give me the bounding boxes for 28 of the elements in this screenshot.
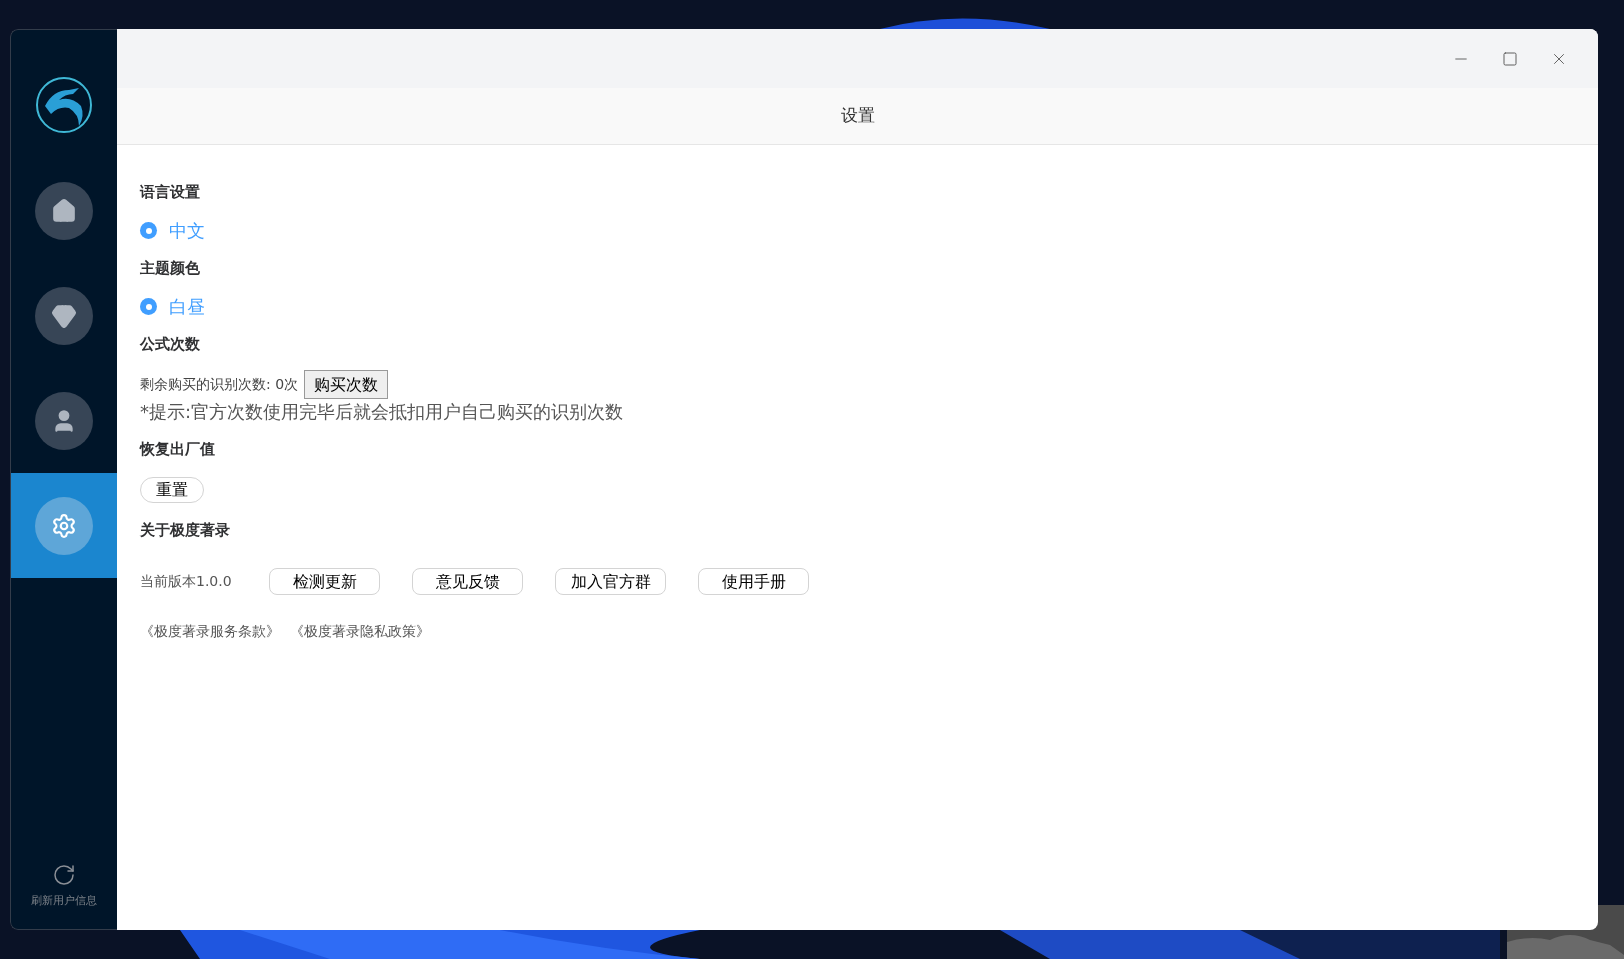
section-title: 主题颜色 (140, 258, 201, 280)
hint-text: *提示:官方次数使用完毕后就会抵扣用户自己购买的识别次数 (140, 400, 625, 424)
section-title: 恢复出厂值 (140, 439, 216, 461)
buy-button[interactable]: 购买次数 (304, 370, 389, 399)
refresh-icon[interactable] (52, 862, 76, 887)
maximize-icon[interactable] (1502, 50, 1518, 67)
about-button[interactable]: 使用手册 (698, 568, 809, 595)
refresh-label[interactable]: 刷新用户信息 (31, 892, 97, 909)
reset-button[interactable]: 重置 (140, 477, 204, 503)
house-icon (51, 197, 77, 224)
policy-link[interactable]: 《极度著录服务条款》 (140, 621, 280, 642)
section-title: 语言设置 (140, 182, 201, 204)
radio-label: 中文 (169, 219, 205, 243)
version-text: 当前版本1.0.0 (140, 572, 233, 591)
about-button[interactable]: 检测更新 (269, 568, 380, 595)
radio-button[interactable] (140, 222, 157, 239)
policy-link[interactable]: 《极度著录隐私政策》 (290, 621, 430, 642)
about-button[interactable]: 加入官方群 (555, 568, 666, 595)
section-title: 关于极度著录 (140, 520, 231, 542)
radio-button[interactable] (140, 298, 157, 315)
page-title: 设置 (840, 104, 875, 128)
logo-icon (35, 76, 93, 134)
diamond-icon (51, 302, 77, 329)
remaining-count: 剩余购买的识别次数: 0次 (140, 375, 299, 394)
section-title: 公式次数 (140, 334, 201, 356)
gear-icon (51, 512, 77, 539)
about-button[interactable]: 意见反馈 (412, 568, 523, 595)
radio-label: 白昼 (169, 295, 205, 319)
